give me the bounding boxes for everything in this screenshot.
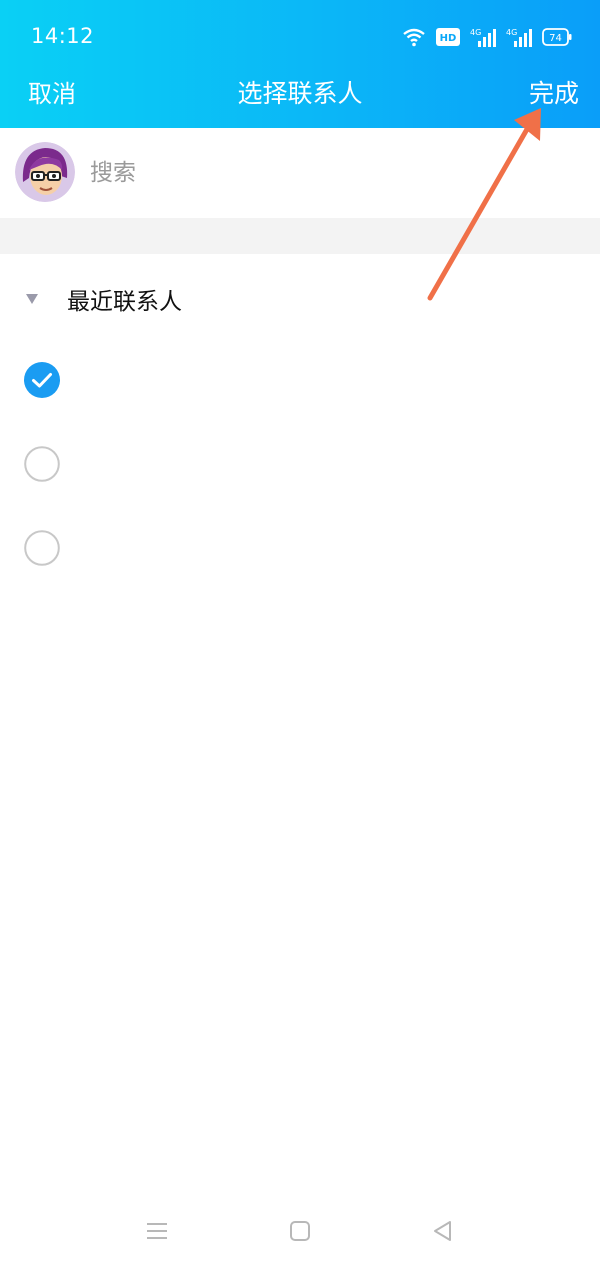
search-row [0,128,600,218]
signal-4g-icon: 4G [470,28,496,47]
home-icon[interactable] [285,1216,315,1246]
battery-level: 74 [549,33,562,44]
svg-text:4G: 4G [470,28,481,37]
contact-row[interactable] [0,506,600,590]
group-label: 最近联系人 [67,289,182,315]
wifi-icon [403,28,425,47]
page-title: 选择联系人 [237,79,363,108]
status-bar: 14:12 HD 4G 4G 74 [0,0,600,76]
status-icons: HD 4G 4G 74 [402,24,572,50]
svg-text:HD: HD [440,33,457,44]
header: 14:12 HD 4G 4G 74 取消 选择联系人 完成 [0,0,600,128]
contact-row[interactable] [0,338,600,422]
back-icon[interactable] [428,1216,458,1246]
search-input[interactable] [90,156,570,190]
hd-icon: HD [436,28,460,46]
status-time: 14:12 [31,24,95,48]
svg-text:4G: 4G [506,28,517,37]
collapse-arrow-icon [26,294,38,304]
contact-row[interactable] [0,422,600,506]
done-button[interactable]: 完成 [529,74,579,110]
cancel-button[interactable]: 取消 [28,74,76,109]
unchecked-circle-icon[interactable] [24,530,60,566]
section-divider [0,218,600,254]
menu-icon[interactable] [142,1216,172,1246]
checked-circle-icon[interactable] [24,362,60,398]
unchecked-circle-icon[interactable] [24,446,60,482]
system-nav-bar [0,1196,600,1266]
signal-4g-icon: 4G [506,28,532,47]
battery-icon: 74 [542,28,572,46]
group-recent-contacts[interactable]: 最近联系人 [0,254,600,338]
avatar[interactable] [15,142,75,202]
